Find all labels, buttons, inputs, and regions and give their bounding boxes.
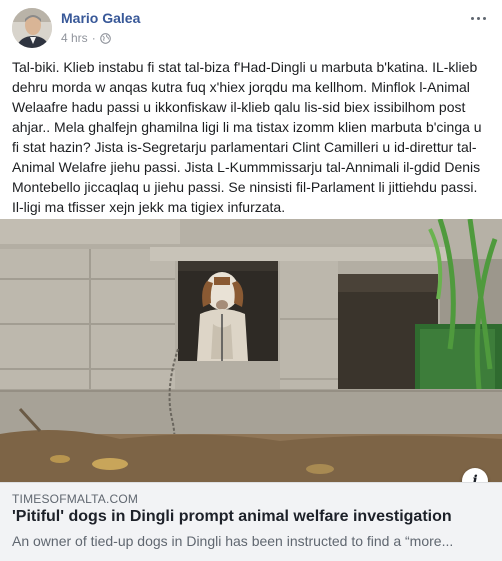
author-name[interactable]: Mario Galea [61,10,140,26]
link-preview-image[interactable] [0,219,502,482]
more-dot [482,16,486,20]
link-preview-card[interactable]: TIMESOFMALTA.COM 'Pitiful' dogs in Dingl… [0,482,502,561]
post-header: Mario Galea 4 hrs · [0,0,502,52]
post-meta: 4 hrs · [61,31,111,45]
more-dot [470,16,474,20]
post-time[interactable]: 4 hrs [61,31,88,45]
author-avatar[interactable] [12,8,52,48]
more-options-icon[interactable] [466,8,490,28]
link-domain: TIMESOFMALTA.COM [12,492,139,506]
dog-in-kennel-photo [0,219,502,482]
avatar-photo [12,8,52,48]
link-title[interactable]: 'Pitiful' dogs in Dingli prompt animal w… [12,508,452,526]
facebook-post: Mario Galea 4 hrs · Tal-biki. Klieb inst… [0,0,502,561]
link-description: An owner of tied-up dogs in Dingli has b… [12,533,454,549]
globe-icon[interactable] [99,32,111,44]
more-dot [476,16,480,20]
post-text: Tal-biki. Klieb instabu fi stat tal-biza… [12,59,482,215]
meta-separator: · [91,31,96,45]
